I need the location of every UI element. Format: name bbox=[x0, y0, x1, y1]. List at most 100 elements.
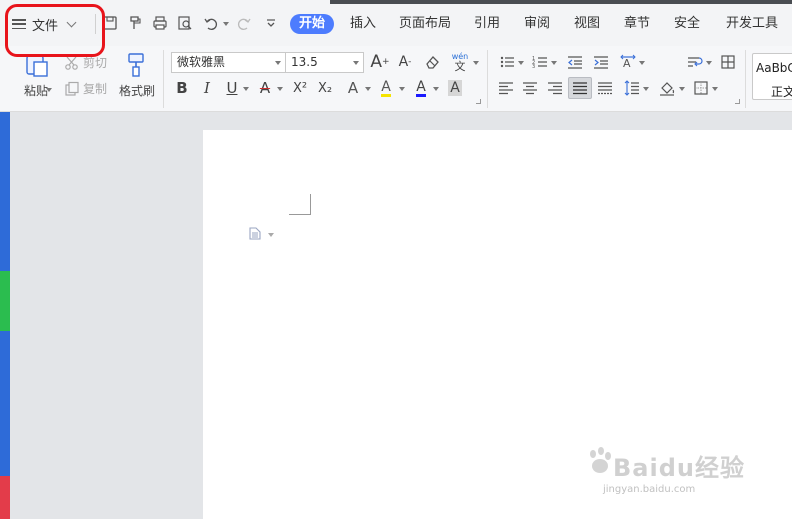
text-direction-icon: A bbox=[620, 54, 636, 70]
line-spacing-button[interactable] bbox=[621, 78, 643, 98]
numbering-dropdown-icon[interactable] bbox=[551, 61, 557, 65]
increase-indent-button[interactable] bbox=[590, 52, 612, 72]
line-wrap-dropdown-icon[interactable] bbox=[706, 61, 712, 65]
shading-dropdown-icon[interactable] bbox=[679, 87, 685, 91]
decrease-indent-button[interactable] bbox=[564, 52, 586, 72]
grow-font-button[interactable]: A + bbox=[369, 52, 391, 72]
font-color-dropdown-icon[interactable] bbox=[433, 87, 439, 91]
borders-dropdown-icon[interactable] bbox=[712, 87, 718, 91]
show-hide-button[interactable] bbox=[717, 52, 739, 72]
text-direction-button[interactable]: A bbox=[617, 52, 639, 72]
italic-button[interactable]: I bbox=[196, 78, 218, 98]
strikethrough-button[interactable]: A bbox=[254, 78, 276, 98]
align-right-button[interactable] bbox=[544, 78, 566, 98]
paragraph-dialog-launcher[interactable] bbox=[735, 99, 740, 104]
font-size-select[interactable]: 13.5 bbox=[285, 52, 364, 73]
bullets-button[interactable] bbox=[496, 52, 518, 72]
copy-button[interactable]: 复制 bbox=[64, 80, 107, 97]
copy-icon bbox=[65, 81, 79, 96]
document-icon[interactable] bbox=[249, 227, 261, 240]
numbered-list-icon: 123 bbox=[532, 56, 547, 70]
svg-text:A: A bbox=[623, 57, 631, 70]
align-left-icon bbox=[499, 82, 513, 95]
subscript-button[interactable]: X₂ bbox=[314, 78, 336, 98]
char-shading-button[interactable]: A bbox=[444, 78, 466, 98]
tab-insert[interactable]: 插入 bbox=[350, 14, 376, 34]
print-icon[interactable] bbox=[151, 14, 169, 32]
group-divider bbox=[163, 50, 164, 108]
font-color-button[interactable]: A bbox=[410, 78, 432, 98]
save-icon[interactable] bbox=[101, 14, 119, 32]
chevron-down-icon bbox=[353, 61, 359, 65]
tab-chapter[interactable]: 章节 bbox=[624, 14, 650, 34]
bullets-dropdown-icon[interactable] bbox=[518, 61, 524, 65]
file-menu-button[interactable]: 文件 bbox=[12, 12, 77, 36]
print-preview-icon[interactable] bbox=[176, 14, 194, 32]
font-name-select[interactable]: 微软雅黑 bbox=[171, 52, 286, 73]
tab-review[interactable]: 审阅 bbox=[524, 14, 550, 34]
shading-button[interactable] bbox=[656, 78, 678, 98]
desktop-edge bbox=[0, 46, 10, 519]
cut-button[interactable]: 剪切 bbox=[64, 54, 107, 71]
text-effect-dropdown-icon[interactable] bbox=[365, 87, 371, 91]
outdent-icon bbox=[568, 56, 582, 69]
paste-dropdown-icon[interactable] bbox=[46, 88, 52, 92]
text-direction-dropdown-icon[interactable] bbox=[639, 61, 645, 65]
chevron-down-icon bbox=[275, 61, 281, 65]
customize-icon[interactable] bbox=[262, 14, 280, 32]
tab-security[interactable]: 安全 bbox=[674, 14, 700, 34]
style-name: 正文 bbox=[771, 85, 792, 99]
superscript-button[interactable]: X² bbox=[289, 78, 311, 98]
paste-label: 粘贴 bbox=[23, 84, 48, 98]
format-painter-quick-icon[interactable] bbox=[126, 14, 144, 32]
border-icon bbox=[694, 81, 708, 95]
tab-view[interactable]: 视图 bbox=[574, 14, 600, 34]
bold-button[interactable]: B bbox=[171, 78, 193, 98]
style-preview-text: AaBbC bbox=[756, 61, 792, 75]
undo-dropdown-icon[interactable] bbox=[223, 22, 229, 26]
highlight-dropdown-icon[interactable] bbox=[399, 87, 405, 91]
phonetic-guide-button[interactable]: wén 文 bbox=[449, 52, 471, 72]
bullet-list-icon bbox=[500, 56, 514, 68]
borders-button[interactable] bbox=[690, 78, 712, 98]
line-wrap-button[interactable] bbox=[684, 52, 706, 72]
indent-icon bbox=[594, 56, 608, 69]
strikethrough-dropdown-icon[interactable] bbox=[277, 87, 283, 91]
highlight-button[interactable]: A bbox=[375, 78, 397, 98]
table-grid-icon bbox=[721, 55, 735, 69]
ribbon: 粘贴 剪切 复制 格式刷 微软雅黑 13.5 A + A- wén 文 B I U… bbox=[0, 46, 792, 112]
underline-button[interactable]: U bbox=[221, 78, 243, 98]
document-dropdown-icon[interactable] bbox=[268, 233, 274, 237]
font-dialog-launcher[interactable] bbox=[476, 99, 481, 104]
paint-bucket-icon bbox=[660, 82, 675, 96]
phonetic-dropdown-icon[interactable] bbox=[473, 61, 479, 65]
shrink-font-icon: A bbox=[398, 54, 409, 70]
line-spacing-dropdown-icon[interactable] bbox=[643, 87, 649, 91]
align-distributed-icon bbox=[598, 82, 612, 95]
justify-button[interactable] bbox=[568, 77, 592, 99]
style-normal[interactable]: AaBbC 正文 bbox=[752, 53, 792, 100]
tab-page-layout[interactable]: 页面布局 bbox=[399, 14, 451, 34]
tab-developer[interactable]: 开发工具 bbox=[726, 14, 778, 34]
redo-icon[interactable] bbox=[235, 14, 253, 32]
tab-home[interactable]: 开始 bbox=[290, 14, 335, 34]
title-strip bbox=[330, 0, 792, 4]
text-effect-button[interactable]: A bbox=[342, 78, 364, 98]
char-shading-icon: A bbox=[448, 80, 462, 96]
numbering-button[interactable]: 123 bbox=[529, 52, 551, 72]
undo-icon[interactable] bbox=[202, 14, 220, 32]
shrink-font-button[interactable]: A- bbox=[394, 52, 416, 72]
clear-format-button[interactable] bbox=[421, 52, 443, 72]
font-color-icon: A bbox=[416, 78, 426, 97]
page-margin-mark bbox=[289, 194, 311, 215]
font-size-value: 13.5 bbox=[291, 55, 318, 69]
align-center-button[interactable] bbox=[519, 78, 541, 98]
align-justify-icon bbox=[573, 82, 587, 95]
tab-references[interactable]: 引用 bbox=[474, 14, 500, 34]
hamburger-icon bbox=[12, 19, 26, 29]
line-spacing-icon bbox=[624, 80, 639, 96]
distributed-align-button[interactable] bbox=[594, 78, 616, 98]
format-painter-button[interactable]: 格式刷 bbox=[117, 52, 157, 99]
align-left-button[interactable] bbox=[495, 78, 517, 98]
underline-dropdown-icon[interactable] bbox=[243, 87, 249, 91]
